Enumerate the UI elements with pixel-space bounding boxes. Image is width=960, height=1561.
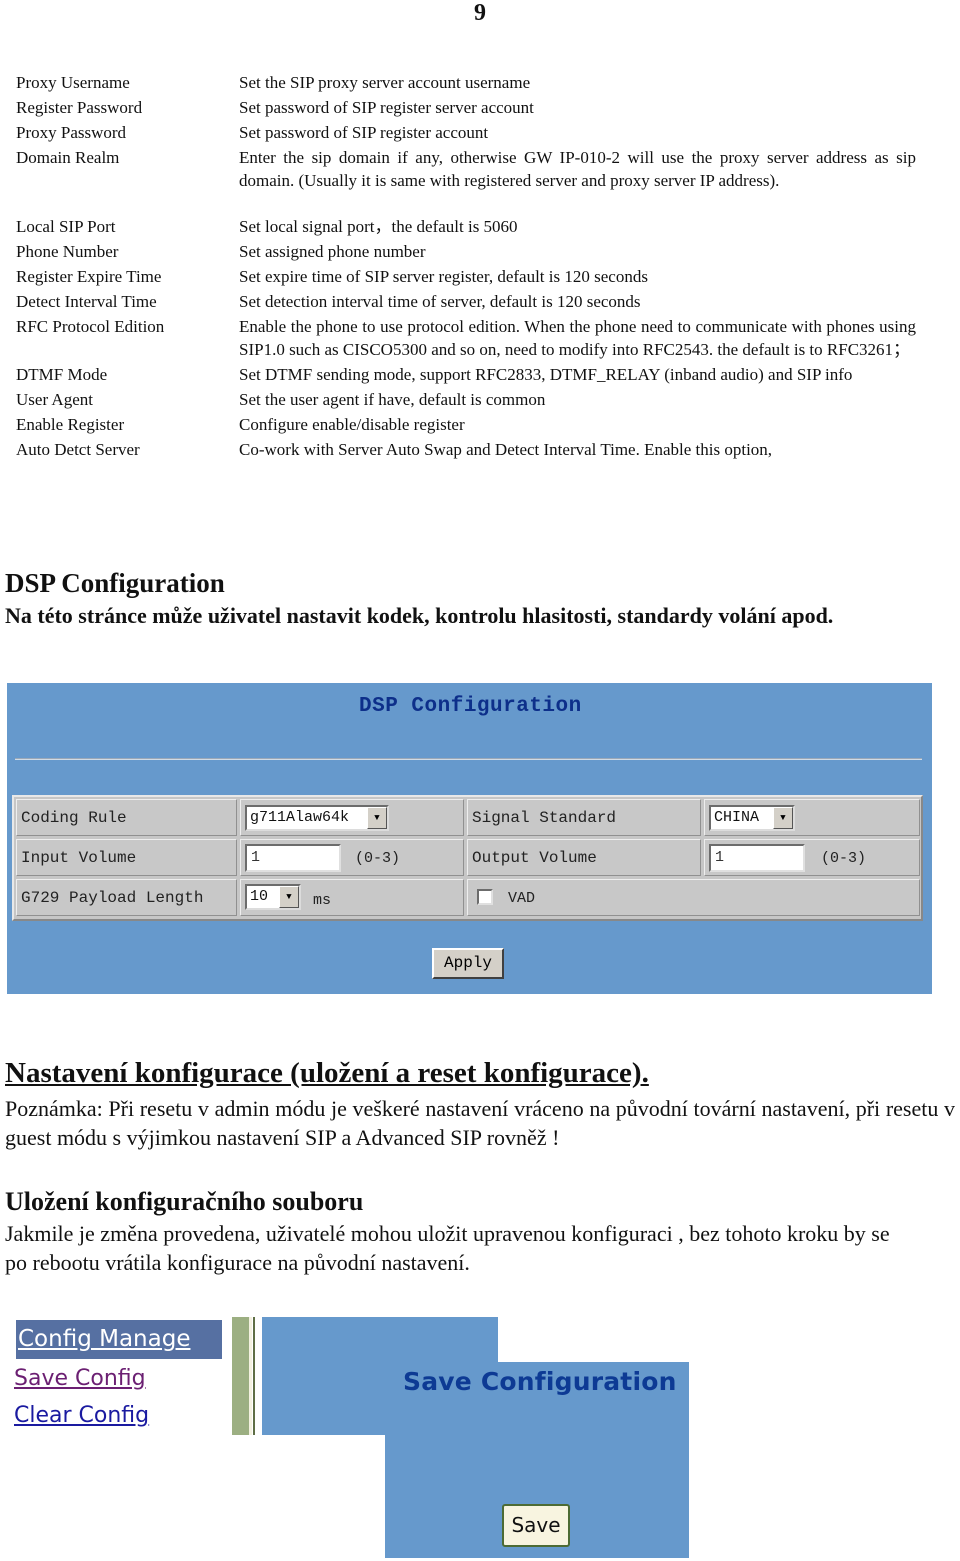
definition-term: Auto Detct Server [16,439,140,459]
input-volume-cell: 1 (0-3) [240,839,464,876]
g729-payload-length-label: G729 Payload Length [16,879,237,916]
definition-term: User Agent [16,389,93,409]
signal-standard-value: CHINA [714,809,760,826]
definition-term: Detect Interval Time [16,292,157,311]
definition-row: Proxy Username Set the SIP proxy server … [16,72,926,95]
divider [15,758,922,760]
signal-standard-cell: CHINA ▼ [704,799,920,836]
definition-term: Register Password [16,98,143,117]
chevron-down-icon[interactable]: ▼ [367,807,387,829]
definition-term: Proxy Username [16,73,130,92]
definition-description: Co-work with Server Auto Swap and Detect… [239,439,773,459]
coding-rule-label: Coding Rule [16,799,237,836]
definition-description: Configure enable/disable register [239,414,465,434]
input-volume-field[interactable]: 1 [245,844,341,872]
sidebar-divider [232,1317,255,1435]
apply-button[interactable]: Apply [432,948,504,979]
dsp-panel-title: DSP Configuration [359,695,582,718]
save-section-body: Jakmile je změna provedena, uživatelé mo… [5,1221,890,1275]
definition-term: Phone Number [16,242,119,261]
definition-description: Enable the phone to use protocol edition… [239,317,916,359]
dsp-section-intro: Na této stránce může uživatel nastavit k… [5,603,834,628]
save-config-link[interactable]: Save Config [14,1366,146,1391]
config-manage-menu-heading[interactable]: Config Manage [16,1320,222,1359]
output-volume-range: (0-3) [821,850,867,867]
definition-row: RFC Protocol Edition Enable the phone to… [16,316,926,361]
clear-config-link[interactable]: Clear Config [14,1403,149,1428]
definition-description: Set DTMF sending mode, support RFC2833, … [239,364,853,384]
save-section-heading: Uložení konfiguračního souboru [5,1187,364,1216]
output-volume-label: Output Volume [467,839,701,876]
vad-cell: VAD [467,879,920,916]
g729-payload-length-cell: 10 ▼ ms [240,879,464,916]
config-section-note: Poznámka: Při resetu v admin módu je veš… [5,1096,955,1150]
dsp-configuration-panel: DSP Configuration Coding Rule g711Alaw64… [7,683,932,994]
definition-description: Set the user agent if have, default is c… [239,389,546,409]
definition-row: Phone Number Set assigned phone number [16,241,926,264]
definition-row: Register Password Set password of SIP re… [16,97,926,120]
definition-term: Proxy Password [16,123,127,142]
definition-description: Enter the sip domain if any, otherwise G… [239,148,916,190]
vad-label: VAD [508,890,536,907]
coding-rule-select[interactable]: g711Alaw64k ▼ [245,805,389,831]
dsp-settings-table: Coding Rule g711Alaw64k ▼ Signal Standar… [12,795,923,921]
definition-row: User Agent Set the user agent if have, d… [16,389,926,412]
sip-parameter-list-2: Local SIP Port Set local signal port，the… [16,216,926,464]
sip-parameter-list-1: Proxy Username Set the SIP proxy server … [16,72,926,195]
save-button[interactable]: Save [502,1504,570,1547]
definition-row: Auto Detct Server Co-work with Server Au… [16,439,926,462]
save-configuration-title: Save Configuration [403,1367,677,1396]
definition-term: RFC Protocol Edition [16,317,165,336]
input-volume-label: Input Volume [16,839,237,876]
definition-row: Proxy Password Set password of SIP regis… [16,122,926,145]
page-number: 9 [474,0,486,26]
definition-term: DTMF Mode [16,364,108,384]
definition-term: Domain Realm [16,148,120,167]
signal-standard-select[interactable]: CHINA ▼ [709,805,795,831]
vad-checkbox[interactable] [477,889,493,905]
definition-term: Register Expire Time [16,267,162,286]
definition-description: Set local signal port，the default is 506… [239,217,518,236]
definition-row: Detect Interval Time Set detection inter… [16,291,926,314]
definition-row: Enable Register Configure enable/disable… [16,414,926,437]
config-section-heading: Nastavení konfigurace (uložení a reset k… [5,1057,649,1089]
g729-payload-length-value: 10 [250,888,269,905]
definition-description: Set detection interval time of server, d… [239,292,641,311]
output-volume-cell: 1 (0-3) [704,839,920,876]
output-volume-field[interactable]: 1 [709,844,805,872]
definition-description: Set password of SIP register server acco… [239,98,534,117]
g729-payload-length-select[interactable]: 10 ▼ [245,884,301,910]
definition-description: Set expire time of SIP server register, … [239,267,648,286]
chevron-down-icon[interactable]: ▼ [279,886,299,908]
definition-row: Register Expire Time Set expire time of … [16,266,926,289]
definition-row: DTMF Mode Set DTMF sending mode, support… [16,364,926,387]
definition-description: Set password of SIP register account [239,123,489,142]
chevron-down-icon[interactable]: ▼ [773,807,793,829]
signal-standard-label: Signal Standard [467,799,701,836]
definition-term: Enable Register [16,414,125,434]
definition-term: Local SIP Port [16,217,116,236]
dsp-section-heading: DSP Configuration [5,568,225,598]
definition-description: Set the SIP proxy server account usernam… [239,73,531,92]
coding-rule-cell: g711Alaw64k ▼ [240,799,464,836]
input-volume-range: (0-3) [355,850,401,867]
definition-row: Domain Realm Enter the sip domain if any… [16,147,926,192]
definition-description: Set assigned phone number [239,242,426,261]
g729-unit: ms [313,892,332,909]
coding-rule-value: g711Alaw64k [250,809,350,826]
definition-row: Local SIP Port Set local signal port，the… [16,216,926,239]
